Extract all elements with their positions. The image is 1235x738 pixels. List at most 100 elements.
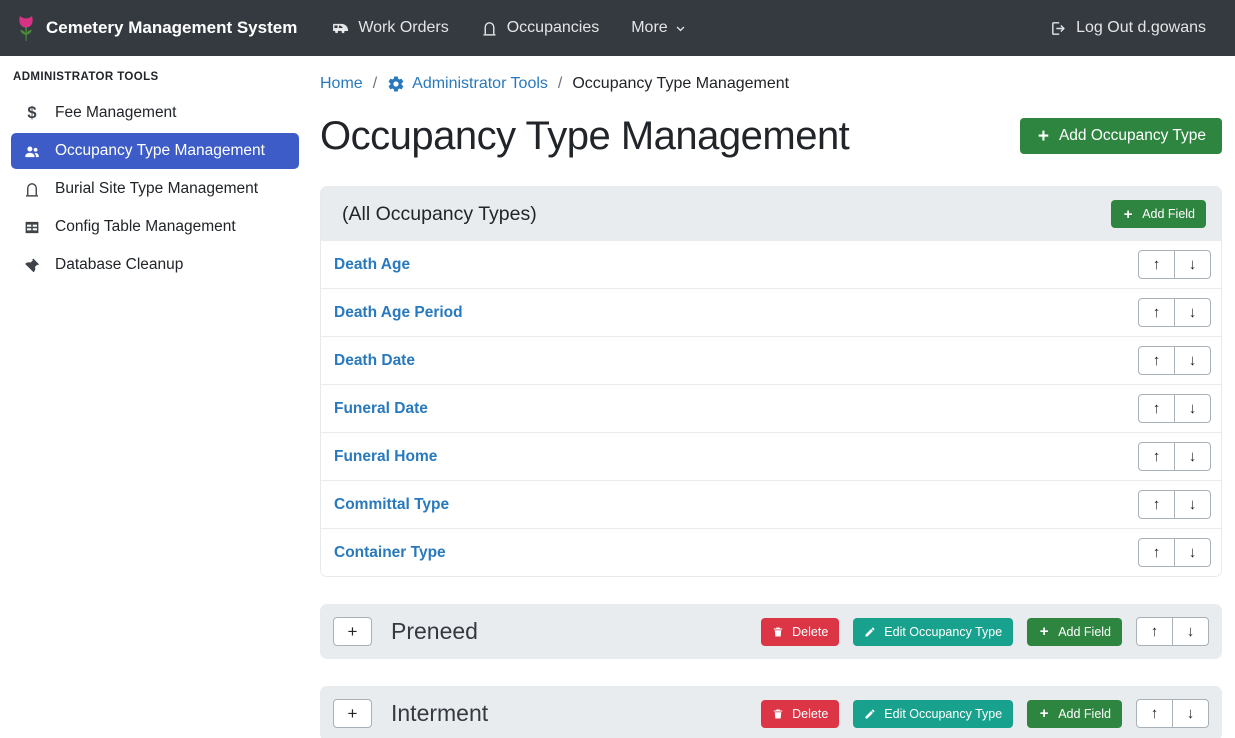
- field-link[interactable]: Container Type: [334, 544, 446, 562]
- edit-occupancy-type-button[interactable]: Edit Occupancy Type: [853, 618, 1013, 646]
- arrow-down-icon: ↓: [1189, 401, 1197, 416]
- section-title: Interment: [391, 700, 488, 727]
- arrow-down-icon: ↓: [1189, 449, 1197, 464]
- reorder-buttons: ↑ ↓: [1138, 346, 1211, 375]
- pencil-icon: [864, 626, 876, 638]
- page-layout: ADMINISTRATOR TOOLS $ Fee Management Occ…: [0, 56, 1235, 738]
- app-title: Cemetery Management System: [46, 18, 297, 38]
- move-down-button[interactable]: ↓: [1174, 538, 1211, 567]
- breadcrumb: Home / Administrator Tools / Occupancy T…: [320, 73, 1222, 95]
- breadcrumb-home[interactable]: Home: [320, 75, 363, 93]
- arrow-down-icon: ↓: [1189, 305, 1197, 320]
- users-icon: [22, 143, 42, 160]
- arrow-down-icon: ↓: [1187, 624, 1195, 639]
- move-down-button[interactable]: ↓: [1174, 346, 1211, 375]
- nav-item-more[interactable]: More: [618, 11, 698, 45]
- move-up-button[interactable]: ↑: [1138, 442, 1175, 471]
- move-up-button[interactable]: ↑: [1138, 250, 1175, 279]
- reorder-buttons: ↑ ↓: [1136, 617, 1209, 646]
- reorder-buttons: ↑ ↓: [1138, 490, 1211, 519]
- field-row: Death Date ↑ ↓: [321, 337, 1221, 385]
- logout-link[interactable]: Log Out d.gowans: [1037, 11, 1219, 45]
- arrow-up-icon: ↑: [1153, 545, 1161, 560]
- add-occupancy-type-button[interactable]: + Add Occupancy Type: [1020, 118, 1222, 154]
- move-down-button[interactable]: ↓: [1174, 250, 1211, 279]
- breadcrumb-administrator-tools[interactable]: Administrator Tools: [387, 75, 548, 93]
- delete-button[interactable]: Delete: [761, 618, 839, 646]
- move-up-button[interactable]: ↑: [1138, 538, 1175, 567]
- field-link[interactable]: Death Age: [334, 256, 410, 274]
- arrow-up-icon: ↑: [1153, 497, 1161, 512]
- arrow-down-icon: ↓: [1189, 353, 1197, 368]
- field-link[interactable]: Death Date: [334, 352, 415, 370]
- card-header: (All Occupancy Types) + Add Field: [321, 187, 1221, 241]
- move-down-button[interactable]: ↓: [1174, 394, 1211, 423]
- field-link[interactable]: Death Age Period: [334, 304, 463, 322]
- reorder-buttons: ↑ ↓: [1136, 699, 1209, 728]
- field-row: Death Age ↑ ↓: [321, 241, 1221, 289]
- occupancy-type-section-interment: + Interment Delete Edit Occupancy Type +…: [320, 686, 1222, 738]
- sidebar-item-config-table-management[interactable]: Config Table Management: [11, 209, 299, 245]
- move-down-button[interactable]: ↓: [1172, 699, 1209, 728]
- arrow-up-icon: ↑: [1153, 449, 1161, 464]
- reorder-buttons: ↑ ↓: [1138, 250, 1211, 279]
- move-up-button[interactable]: ↑: [1138, 346, 1175, 375]
- move-down-button[interactable]: ↓: [1172, 617, 1209, 646]
- field-row: Container Type ↑ ↓: [321, 529, 1221, 576]
- edit-occupancy-type-button[interactable]: Edit Occupancy Type: [853, 700, 1013, 728]
- nav-links: Work Orders Occupancies More: [319, 11, 698, 45]
- field-row: Committal Type ↑ ↓: [321, 481, 1221, 529]
- delete-button[interactable]: Delete: [761, 700, 839, 728]
- move-up-button[interactable]: ↑: [1136, 617, 1173, 646]
- expand-button[interactable]: +: [333, 699, 372, 728]
- reorder-buttons: ↑ ↓: [1138, 442, 1211, 471]
- add-field-button[interactable]: + Add Field: [1111, 200, 1206, 228]
- field-link[interactable]: Funeral Date: [334, 400, 428, 418]
- pencil-icon: [864, 708, 876, 720]
- occupancy-type-section-preneed: + Preneed Delete Edit Occupancy Type + A…: [320, 604, 1222, 659]
- move-up-button[interactable]: ↑: [1138, 490, 1175, 519]
- field-link[interactable]: Committal Type: [334, 496, 449, 514]
- plus-icon: +: [348, 705, 358, 722]
- plus-icon: +: [1038, 626, 1050, 638]
- breadcrumb-separator: /: [373, 75, 377, 93]
- move-up-button[interactable]: ↑: [1138, 298, 1175, 327]
- chevron-down-icon: [675, 24, 686, 35]
- app-brand[interactable]: Cemetery Management System: [16, 15, 297, 42]
- sidebar-item-occupancy-type-management[interactable]: Occupancy Type Management: [11, 133, 299, 169]
- move-up-button[interactable]: ↑: [1136, 699, 1173, 728]
- sidebar-item-burial-site-type-management[interactable]: Burial Site Type Management: [11, 171, 299, 207]
- page-title: Occupancy Type Management: [320, 112, 849, 160]
- section-actions: Delete Edit Occupancy Type + Add Field ↑…: [761, 699, 1209, 728]
- arrow-down-icon: ↓: [1187, 706, 1195, 721]
- arrow-up-icon: ↑: [1151, 706, 1159, 721]
- add-field-button[interactable]: + Add Field: [1027, 700, 1122, 728]
- breadcrumb-current: Occupancy Type Management: [572, 75, 789, 93]
- top-navbar: Cemetery Management System Work Orders O…: [0, 0, 1235, 56]
- reorder-buttons: ↑ ↓: [1138, 538, 1211, 567]
- add-field-button[interactable]: + Add Field: [1027, 618, 1122, 646]
- sidebar-item-database-cleanup[interactable]: Database Cleanup: [11, 247, 299, 283]
- nav-item-work-orders[interactable]: Work Orders: [319, 11, 461, 45]
- move-down-button[interactable]: ↓: [1174, 298, 1211, 327]
- plus-icon: +: [1122, 208, 1134, 220]
- sidebar: ADMINISTRATOR TOOLS $ Fee Management Occ…: [0, 56, 310, 738]
- arrow-down-icon: ↓: [1189, 497, 1197, 512]
- breadcrumb-separator: /: [558, 75, 562, 93]
- field-row: Death Age Period ↑ ↓: [321, 289, 1221, 337]
- gear-icon: [387, 75, 405, 93]
- arrow-up-icon: ↑: [1153, 305, 1161, 320]
- field-link[interactable]: Funeral Home: [334, 448, 437, 466]
- move-up-button[interactable]: ↑: [1138, 394, 1175, 423]
- move-down-button[interactable]: ↓: [1174, 442, 1211, 471]
- main-content: Home / Administrator Tools / Occupancy T…: [310, 56, 1235, 738]
- section-actions: Delete Edit Occupancy Type + Add Field ↑…: [761, 617, 1209, 646]
- truck-icon: [332, 20, 349, 37]
- reorder-buttons: ↑ ↓: [1138, 394, 1211, 423]
- expand-button[interactable]: +: [333, 617, 372, 646]
- nav-item-occupancies[interactable]: Occupancies: [468, 11, 613, 45]
- move-down-button[interactable]: ↓: [1174, 490, 1211, 519]
- flower-logo-icon: [16, 15, 36, 42]
- card-title: (All Occupancy Types): [342, 203, 537, 226]
- sidebar-item-fee-management[interactable]: $ Fee Management: [11, 95, 299, 131]
